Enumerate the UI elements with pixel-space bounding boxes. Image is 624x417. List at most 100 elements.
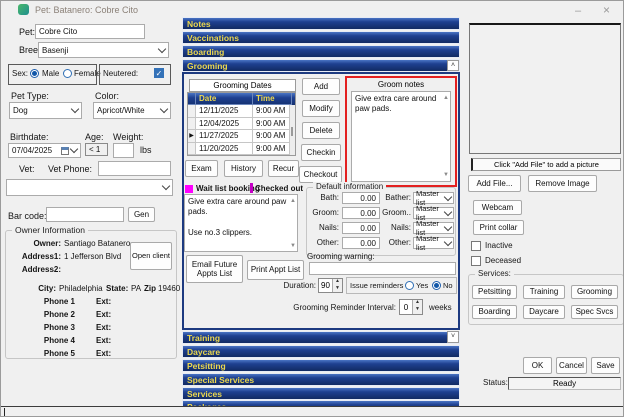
- reminder-interval-stepper[interactable]: 0 ▲ ▼: [399, 299, 423, 315]
- female-radio[interactable]: [63, 69, 72, 78]
- neutered-checkbox[interactable]: [154, 68, 164, 78]
- section-header-notes[interactable]: Notes: [182, 17, 460, 30]
- date-column-header[interactable]: Date: [196, 93, 253, 105]
- table-header-row: Date Time: [188, 93, 295, 105]
- resize-grip[interactable]: [4, 408, 5, 416]
- print-collar-button[interactable]: Print collar: [473, 220, 524, 235]
- grooming-dates-caption: Grooming Dates: [189, 79, 296, 92]
- table-scrollbar[interactable]: [289, 105, 295, 155]
- scroll-up-icon[interactable]: ▲: [290, 198, 296, 204]
- other-price-input[interactable]: 0.00: [342, 237, 380, 249]
- other-staff-select[interactable]: Master list: [413, 234, 454, 252]
- other-label: Other:: [316, 238, 339, 247]
- bather-select[interactable]: Master list: [413, 189, 454, 207]
- groomer-select[interactable]: Master list: [413, 204, 454, 222]
- scroll-sections-down-icon[interactable]: ˅: [447, 331, 459, 343]
- nails-price-input[interactable]: 0.00: [342, 222, 380, 234]
- groom-notes-box: Groom notes Give extra care around paw p…: [345, 76, 457, 187]
- section-header-grooming[interactable]: Grooming: [182, 59, 460, 72]
- scroll-up-icon[interactable]: ▲: [443, 95, 449, 101]
- inactive-checkbox[interactable]: [471, 241, 481, 251]
- spin-down-icon[interactable]: ▼: [333, 285, 342, 292]
- notes-textarea[interactable]: Give extra care around paw pads. Use no.…: [184, 194, 298, 252]
- save-button[interactable]: Save: [591, 357, 620, 374]
- groom-price-input[interactable]: 0.00: [342, 207, 380, 219]
- state-label: State:: [106, 284, 129, 293]
- pet-input[interactable]: Cobre Cito: [35, 24, 145, 39]
- yes-label: Yes: [416, 281, 429, 290]
- add-file-button[interactable]: Add File...: [468, 175, 521, 192]
- service-button-spec-svcs[interactable]: Spec Svcs: [571, 305, 618, 319]
- service-button-training[interactable]: Training: [523, 285, 565, 299]
- pet-type-select[interactable]: Dog: [9, 102, 82, 119]
- phone2-ext-label: Ext:: [96, 310, 112, 319]
- table-row[interactable]: 12/04/2025 9:00 AM: [188, 117, 295, 130]
- nails-staff-select[interactable]: Master list: [413, 219, 454, 237]
- barcode-input[interactable]: [46, 207, 124, 222]
- checkout-button[interactable]: Checkout: [299, 166, 342, 183]
- nails-label: Nails:: [318, 223, 339, 232]
- service-button-daycare[interactable]: Daycare: [523, 305, 565, 319]
- reminder-interval-label: Grooming Reminder Interval:: [293, 303, 396, 312]
- exam-button[interactable]: Exam: [185, 160, 218, 177]
- spin-down-icon[interactable]: ▼: [413, 307, 422, 314]
- modify-button[interactable]: Modify: [302, 100, 340, 117]
- reminders-no-radio[interactable]: [432, 281, 441, 290]
- groom-notes-textarea[interactable]: Give extra care around paw pads.: [351, 91, 451, 182]
- print-appt-list-button[interactable]: Print Appt List: [247, 260, 304, 280]
- phone1-label: Phone 1: [43, 297, 75, 306]
- table-row[interactable]: 11/20/2025 9:00 AM: [188, 142, 295, 155]
- email-future-appts-button[interactable]: Email Future Appts List: [186, 255, 243, 283]
- recur-button[interactable]: Recur: [268, 160, 299, 177]
- male-radio[interactable]: [30, 69, 39, 78]
- ok-button[interactable]: OK: [523, 357, 552, 374]
- chevron-down-icon: [70, 104, 80, 114]
- delete-button[interactable]: Delete: [302, 122, 340, 139]
- checkin-button[interactable]: Checkin: [301, 144, 341, 161]
- table-row-selected[interactable]: 11/27/2025 9:00 AM: [188, 130, 295, 143]
- chevron-down-icon: [443, 207, 453, 216]
- gen-button[interactable]: Gen: [128, 207, 155, 222]
- minimize-button[interactable]: –: [575, 6, 581, 17]
- calendar-icon[interactable]: [61, 146, 69, 155]
- add-button[interactable]: Add: [302, 78, 340, 95]
- issue-reminders-label: Issue reminders: [350, 281, 404, 290]
- phone4-ext-label: Ext:: [96, 336, 112, 345]
- service-button-petsitting[interactable]: Petsitting: [472, 285, 517, 299]
- section-header-special-services[interactable]: Special Services: [182, 373, 460, 386]
- deceased-label: Deceased: [485, 256, 522, 265]
- bath-price-input[interactable]: 0.00: [342, 192, 380, 204]
- history-button[interactable]: History: [224, 160, 263, 177]
- deceased-checkbox[interactable]: [471, 256, 481, 266]
- color-select[interactable]: Apricot/White: [93, 102, 171, 119]
- section-header-petsitting[interactable]: Petsitting: [182, 359, 460, 372]
- vet-select[interactable]: [6, 179, 173, 196]
- address2-label: Address2:: [21, 265, 61, 274]
- close-icon[interactable]: ×: [603, 4, 610, 16]
- open-client-button[interactable]: Open client: [130, 242, 172, 270]
- collapse-grooming-icon[interactable]: ˄: [447, 60, 459, 71]
- grooming-warning-input[interactable]: [309, 262, 456, 275]
- breed-select[interactable]: Basenji: [38, 42, 169, 58]
- section-header-services[interactable]: Services: [182, 387, 460, 400]
- time-column-header[interactable]: Time: [253, 93, 292, 105]
- service-button-boarding[interactable]: Boarding: [472, 305, 517, 319]
- scroll-down-icon[interactable]: ▼: [290, 243, 296, 249]
- section-header-training[interactable]: Training: [182, 331, 460, 344]
- scroll-down-icon[interactable]: ▼: [443, 172, 449, 178]
- vet-phone-input[interactable]: [98, 161, 171, 176]
- remove-image-button[interactable]: Remove Image: [528, 175, 597, 192]
- cancel-button[interactable]: Cancel: [556, 357, 587, 374]
- section-header-boarding[interactable]: Boarding: [182, 45, 460, 58]
- service-button-grooming[interactable]: Grooming: [571, 285, 618, 299]
- section-header-vaccinations[interactable]: Vaccinations: [182, 31, 460, 44]
- table-row[interactable]: 12/11/2025 9:00 AM: [188, 105, 295, 118]
- grooming-dates-table[interactable]: Date Time 12/11/2025 9:00 AM 12/04/2025 …: [187, 92, 296, 156]
- webcam-button[interactable]: Webcam: [473, 200, 522, 215]
- weight-input[interactable]: [113, 143, 134, 158]
- reminders-yes-radio[interactable]: [405, 281, 414, 290]
- section-header-daycare[interactable]: Daycare: [182, 345, 460, 358]
- birthdate-input[interactable]: 07/04/2025: [8, 143, 81, 158]
- chevron-down-icon: [443, 192, 453, 201]
- duration-stepper[interactable]: 90 ▲ ▼: [318, 278, 343, 293]
